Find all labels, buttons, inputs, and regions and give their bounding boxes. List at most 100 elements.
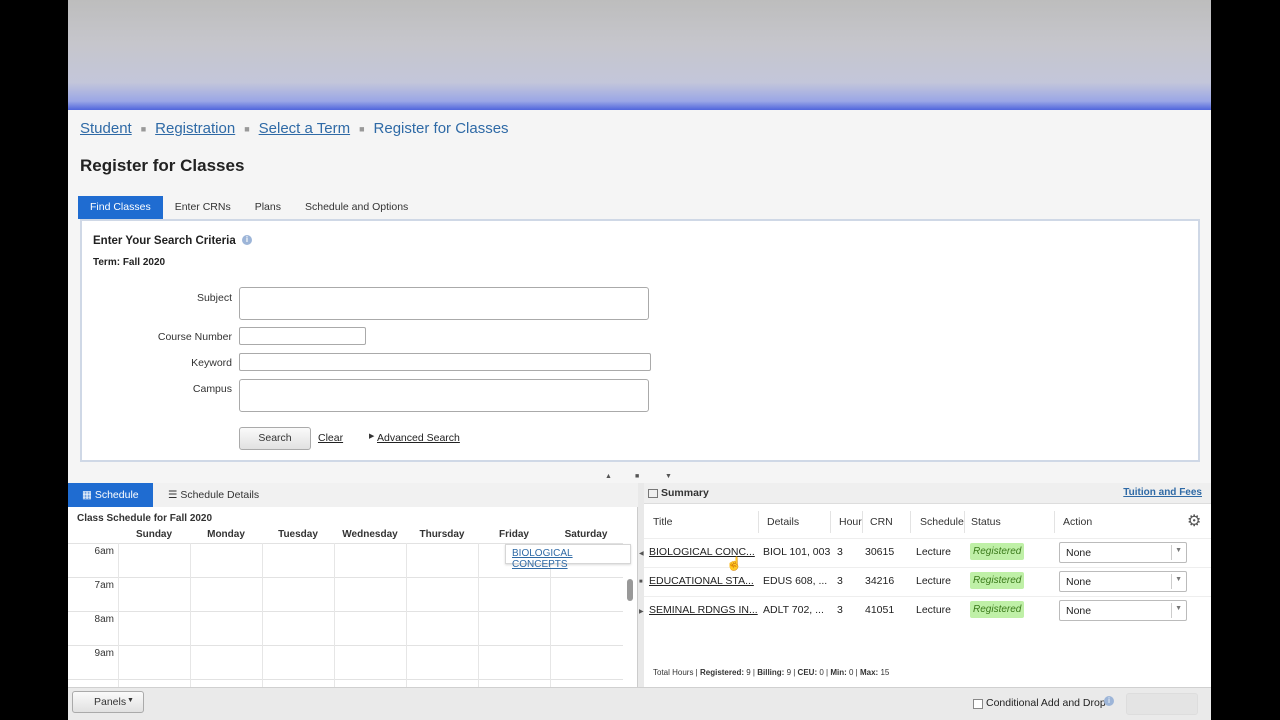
time-label: 6am	[94, 546, 114, 557]
list-icon: ☰	[168, 489, 178, 501]
grid-line	[478, 543, 479, 687]
conditional-add-drop-checkbox[interactable]	[973, 699, 983, 709]
calendar-hour-row: 8am	[68, 611, 623, 645]
conditional-add-drop-label[interactable]: Conditional Add and Drop	[986, 697, 1106, 709]
clear-link[interactable]: Clear	[318, 432, 343, 444]
info-icon[interactable]: i	[242, 235, 252, 245]
column-header-action[interactable]: Action	[1063, 516, 1092, 528]
column-divider	[830, 511, 831, 533]
course-schedule-type: Lecture	[916, 546, 952, 558]
course-schedule-type: Lecture	[916, 604, 952, 616]
billing-label: Billing:	[757, 668, 785, 677]
tab-schedule-label: Schedule	[94, 489, 139, 501]
schedule-tabs: ▦ Schedule ☰ Schedule Details	[68, 483, 638, 507]
course-details: ADLT 702, ...	[763, 604, 824, 616]
search-heading: Enter Your Search Criteria	[93, 235, 236, 247]
splitter-handle-icon[interactable]: ■	[635, 473, 639, 480]
breadcrumb-select-term[interactable]: Select a Term	[259, 120, 350, 137]
day-monday: Monday	[207, 529, 245, 540]
total-hours: Total Hours | Registered: 9 | Billing: 9…	[653, 668, 890, 677]
tab-schedule[interactable]: ▦ Schedule	[68, 483, 153, 507]
action-select[interactable]: None ▼	[1059, 600, 1187, 621]
breadcrumb-student[interactable]: Student	[80, 120, 132, 137]
calendar-header: Sunday Monday Tuesday Wednesday Thursday…	[68, 529, 623, 543]
summary-pane: Summary Tuition and Fees Title Details H…	[644, 483, 1211, 687]
divider-handle-icon[interactable]: ■	[639, 579, 643, 585]
panels-label: Panels	[94, 696, 127, 708]
action-select-value: None	[1066, 547, 1092, 559]
status-badge: Registered	[970, 572, 1025, 589]
info-icon[interactable]: i	[1104, 696, 1114, 706]
column-header-title[interactable]: Title	[653, 516, 672, 528]
tab-schedule-details[interactable]: ☰ Schedule Details	[168, 483, 259, 507]
gear-icon[interactable]: ⚙	[1187, 514, 1201, 530]
subject-input[interactable]	[239, 287, 649, 320]
calendar-icon: ▦	[82, 489, 92, 501]
tab-find-classes[interactable]: Find Classes	[78, 196, 163, 219]
grid-line	[262, 543, 263, 687]
collapse-down-icon[interactable]: ▼	[665, 473, 672, 480]
day-saturday: Saturday	[564, 529, 608, 540]
schedule-pane: ▦ Schedule ☰ Schedule Details Class Sche…	[68, 483, 638, 687]
day-sunday: Sunday	[135, 529, 173, 540]
collapse-right-icon[interactable]: ▶	[639, 608, 644, 615]
scrollbar-thumb[interactable]	[627, 579, 633, 601]
registered-hours: 9	[746, 668, 751, 677]
breadcrumb-registration[interactable]: Registration	[155, 120, 235, 137]
tuition-and-fees-link[interactable]: Tuition and Fees	[1123, 487, 1202, 498]
column-divider	[964, 511, 965, 533]
chevron-down-icon: ▼	[1175, 605, 1182, 612]
time-label: 9am	[94, 648, 114, 659]
event-link[interactable]: BIOLOGICAL CONCEPTS	[512, 548, 573, 570]
tab-schedule-and-options[interactable]: Schedule and Options	[293, 196, 420, 219]
campus-input[interactable]	[239, 379, 649, 412]
keyword-label: Keyword	[191, 357, 232, 369]
column-header-schedule[interactable]: Schedule	[920, 516, 964, 528]
column-divider	[758, 511, 759, 533]
search-button[interactable]: Search	[239, 427, 311, 450]
header-banner	[68, 0, 1211, 110]
advanced-search-link[interactable]: Advanced Search	[377, 432, 460, 444]
calendar-hour-row: 7am	[68, 577, 623, 611]
column-header-crn[interactable]: CRN	[870, 516, 893, 528]
schedule-scrollbar[interactable]	[626, 567, 634, 687]
status-badge: Registered	[970, 601, 1025, 618]
calendar-event-tooltip[interactable]: BIOLOGICAL CONCEPTS	[505, 544, 631, 570]
keyword-input[interactable]	[239, 353, 651, 371]
column-header-status[interactable]: Status	[971, 516, 1001, 528]
breadcrumb: Student ■ Registration ■ Select a Term ■…	[80, 120, 509, 137]
collapse-left-icon[interactable]: ◀	[639, 550, 644, 557]
breadcrumb-separator-icon: ■	[244, 123, 250, 134]
day-thursday: Thursday	[419, 529, 465, 540]
hand-cursor-icon: ☝	[726, 556, 743, 571]
action-select[interactable]: None ▼	[1059, 571, 1187, 592]
column-divider	[910, 511, 911, 533]
action-select[interactable]: None ▼	[1059, 542, 1187, 563]
billing-hours: 9	[786, 668, 792, 677]
select-divider	[1171, 574, 1172, 589]
footer-bar: Panels ▼ Conditional Add and Drop i	[68, 687, 1211, 720]
breadcrumb-separator-icon: ■	[140, 123, 147, 134]
max-hours: 15	[880, 668, 890, 677]
panel-splitter[interactable]: ▲ ■ ▼	[68, 470, 1211, 484]
course-hours: 3	[837, 546, 843, 558]
course-title-link[interactable]: SEMINAL RDNGS IN...	[649, 604, 758, 616]
tab-plans[interactable]: Plans	[243, 196, 293, 219]
breadcrumb-separator-icon: ■	[359, 123, 365, 134]
page-title: Register for Classes	[80, 156, 245, 175]
action-select-value: None	[1066, 576, 1092, 588]
subject-label: Subject	[196, 292, 232, 304]
registered-label: Registered:	[699, 668, 744, 677]
max-label: Max:	[859, 668, 879, 677]
column-header-hours[interactable]: Hour	[839, 516, 862, 528]
tab-enter-crns[interactable]: Enter CRNs	[163, 196, 243, 219]
column-header-details[interactable]: Details	[767, 516, 799, 528]
calendar-hour-row: 9am	[68, 645, 623, 679]
chevron-down-icon: ▼	[1175, 547, 1182, 554]
course-number-input[interactable]	[239, 327, 366, 345]
select-divider	[1171, 603, 1172, 618]
collapse-up-icon[interactable]: ▲	[605, 473, 612, 480]
course-title-link[interactable]: EDUCATIONAL STA...	[649, 575, 754, 587]
course-crn: 41051	[865, 604, 895, 616]
submit-button[interactable]	[1126, 693, 1198, 715]
